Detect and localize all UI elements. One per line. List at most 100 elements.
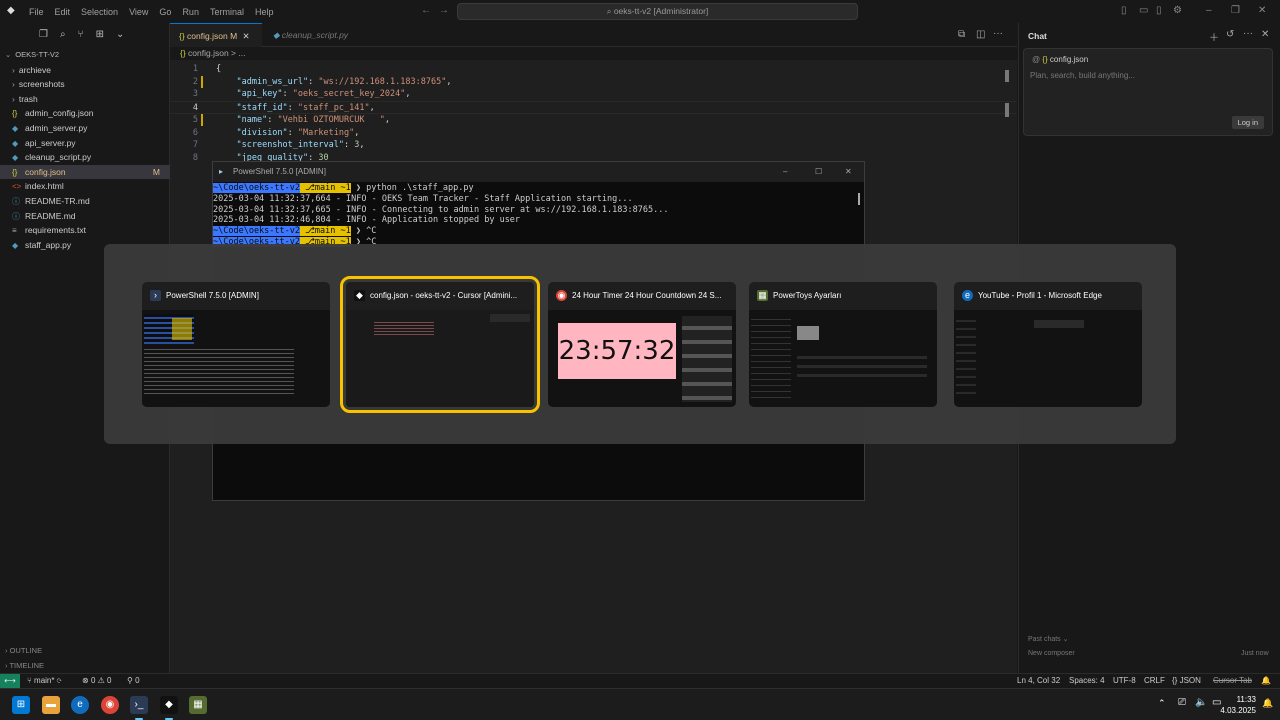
history-icon[interactable]: ↺: [1226, 29, 1234, 40]
tree-file-config[interactable]: {} config.json M: [0, 164, 170, 180]
timeline-section[interactable]: › TIMELINE: [5, 661, 44, 670]
minimize-icon[interactable]: –: [783, 162, 787, 182]
command-center-search[interactable]: ⌕ oeks-tt-v2 [Administrator]: [457, 3, 858, 20]
tree-file-admin-server[interactable]: ◆ admin_server.py: [0, 121, 170, 136]
source-control-icon[interactable]: ⑂: [78, 29, 84, 40]
extensions-icon[interactable]: ⊞: [96, 29, 104, 40]
menu-edit[interactable]: Edit: [55, 7, 71, 17]
tree-folder-trash[interactable]: › trash: [0, 92, 170, 107]
login-button[interactable]: Log in: [1231, 116, 1264, 129]
settings-gear-icon[interactable]: ⚙: [1173, 5, 1182, 16]
tree-folder-screenshots[interactable]: › screenshots: [0, 77, 170, 92]
notifications-icon[interactable]: 🔔: [1262, 698, 1273, 709]
code-line: 3 "api_key": "oeks_secret_key_2024",: [170, 88, 411, 101]
edge-icon[interactable]: e: [71, 696, 89, 714]
tree-root[interactable]: ⌄ OEKS-TT-V2: [0, 48, 170, 63]
system-clock[interactable]: 11:33 4.03.2025: [1220, 694, 1256, 716]
context-pill[interactable]: @ {} config.json: [1032, 55, 1088, 64]
tab-config-json[interactable]: {} config.json M ✕: [170, 23, 262, 47]
tree-file-admin-config[interactable]: {} admin_config.json: [0, 106, 170, 121]
json-key: "admin_ws_url": [236, 76, 309, 87]
menu-file[interactable]: File: [29, 7, 44, 17]
toggle-sidebar-icon[interactable]: ▯: [1121, 5, 1127, 16]
switcher-card-chrome[interactable]: ◉ 24 Hour Timer 24 Hour Countdown 24 S..…: [548, 282, 736, 407]
window-thumbnail: [749, 310, 937, 407]
chat-placeholder[interactable]: Plan, search, build anything...: [1030, 71, 1135, 80]
more-actions-icon[interactable]: ···: [1243, 28, 1253, 39]
markdown-file-icon: ⓘ: [12, 196, 20, 206]
close-icon[interactable]: ✕: [1258, 5, 1266, 16]
close-icon[interactable]: ✕: [845, 162, 852, 182]
remote-icon[interactable]: ⟷: [0, 674, 20, 689]
branch-status[interactable]: ⑂ main* ⟳: [27, 676, 62, 685]
thumbnail-preview: [751, 314, 791, 402]
chat-input-box[interactable]: @ {} config.json Plan, search, build any…: [1023, 48, 1273, 136]
json-file-icon: {}: [180, 48, 189, 58]
file-explorer-icon[interactable]: ▬: [42, 696, 60, 714]
scrollbar-thumb[interactable]: [1005, 103, 1009, 117]
tree-file-index-html[interactable]: <> index.html: [0, 179, 170, 194]
back-arrow-icon[interactable]: ←: [421, 5, 431, 16]
tree-file-readme[interactable]: ⓘ README.md: [0, 209, 170, 224]
tab-cleanup-script[interactable]: ◆ cleanup_script.py: [264, 23, 364, 47]
close-icon[interactable]: ✕: [243, 31, 250, 41]
problems-status[interactable]: ⊗ 0 ⚠ 0: [82, 676, 111, 685]
toggle-secondary-sidebar-icon[interactable]: ▯: [1156, 5, 1162, 16]
breadcrumb[interactable]: {} config.json > ...: [180, 48, 245, 58]
volume-icon[interactable]: 🔈: [1195, 697, 1207, 708]
encoding[interactable]: UTF-8: [1113, 676, 1136, 685]
more-actions-icon[interactable]: ···: [993, 28, 1003, 39]
menu-help[interactable]: Help: [255, 7, 274, 17]
past-chats-link[interactable]: Past chats ⌄: [1028, 635, 1069, 643]
tree-file-requirements[interactable]: ≡ requirements.txt: [0, 223, 170, 238]
powershell-icon[interactable]: ›_: [130, 696, 148, 714]
tree-file-cleanup-script[interactable]: ◆ cleanup_script.py: [0, 150, 170, 165]
notifications-icon[interactable]: 🔔: [1261, 676, 1271, 685]
tree-file-readme-tr[interactable]: ⓘ README-TR.md: [0, 194, 170, 209]
cursor-icon[interactable]: ◆: [160, 696, 178, 714]
tree-file-api-server[interactable]: ◆ api_server.py: [0, 136, 170, 151]
tree-item-label: cleanup_script.py: [25, 152, 92, 163]
new-composer-item[interactable]: New composer: [1028, 650, 1075, 657]
chevron-up-icon[interactable]: ⌃: [1158, 698, 1166, 709]
powertoys-icon[interactable]: ▦: [189, 696, 207, 714]
scrollbar-thumb[interactable]: [1005, 70, 1009, 82]
line-ending[interactable]: CRLF: [1144, 676, 1165, 685]
menu-selection[interactable]: Selection: [81, 7, 118, 17]
menu-go[interactable]: Go: [159, 7, 171, 17]
chrome-icon[interactable]: ◉: [101, 696, 119, 714]
network-icon[interactable]: ⎚: [1178, 697, 1186, 708]
files-icon[interactable]: ❐: [39, 29, 48, 40]
chevron-down-icon[interactable]: ⌄: [116, 29, 124, 40]
cursor-position[interactable]: Ln 4, Col 32: [1017, 676, 1060, 685]
search-icon[interactable]: ⌕: [60, 29, 66, 40]
maximize-icon[interactable]: ❐: [1231, 5, 1240, 16]
outline-section[interactable]: › OUTLINE: [5, 646, 42, 655]
language-mode[interactable]: {} JSON: [1172, 676, 1201, 685]
tree-folder-archieve[interactable]: › archieve: [0, 63, 170, 78]
windows-start-icon[interactable]: ⊞: [12, 696, 30, 714]
menu-view[interactable]: View: [129, 7, 148, 17]
tree-item-label: trash: [18, 93, 38, 104]
menu-terminal[interactable]: Terminal: [210, 7, 244, 17]
ports-status[interactable]: ⚲ 0: [127, 676, 140, 685]
json-key: "api_key": [236, 89, 283, 100]
switcher-card-powertoys[interactable]: ▦ PowerToys Ayarları: [749, 282, 937, 407]
close-icon[interactable]: ✕: [1261, 29, 1269, 40]
plus-icon[interactable]: ＋: [1209, 29, 1219, 44]
indentation[interactable]: Spaces: 4: [1069, 676, 1105, 685]
toggle-panel-icon[interactable]: ▭: [1139, 5, 1148, 16]
switcher-card-cursor[interactable]: ◆ config.json - oeks-tt-v2 - Cursor [Adm…: [340, 276, 540, 413]
minimize-icon[interactable]: –: [1206, 5, 1212, 16]
maximize-icon[interactable]: ☐: [815, 162, 822, 182]
prompt-changes: ~1: [340, 226, 351, 237]
status-bar: ⟷ ⑂ main* ⟳ ⊗ 0 ⚠ 0 ⚲ 0 Ln 4, Col 32 Spa…: [0, 673, 1280, 689]
cursor-tab-status[interactable]: Cursor Tab: [1213, 676, 1252, 685]
menu-run[interactable]: Run: [182, 7, 199, 17]
switcher-card-edge[interactable]: e YouTube - Profil 1 - Microsoft Edge: [954, 282, 1142, 407]
forward-arrow-icon[interactable]: →: [439, 5, 449, 16]
compare-icon[interactable]: ⧉: [958, 29, 965, 40]
split-editor-icon[interactable]: ◫: [976, 29, 985, 40]
terminal-scrollbar[interactable]: [858, 193, 860, 205]
switcher-card-powershell[interactable]: › PowerShell 7.5.0 [ADMIN]: [142, 282, 330, 407]
